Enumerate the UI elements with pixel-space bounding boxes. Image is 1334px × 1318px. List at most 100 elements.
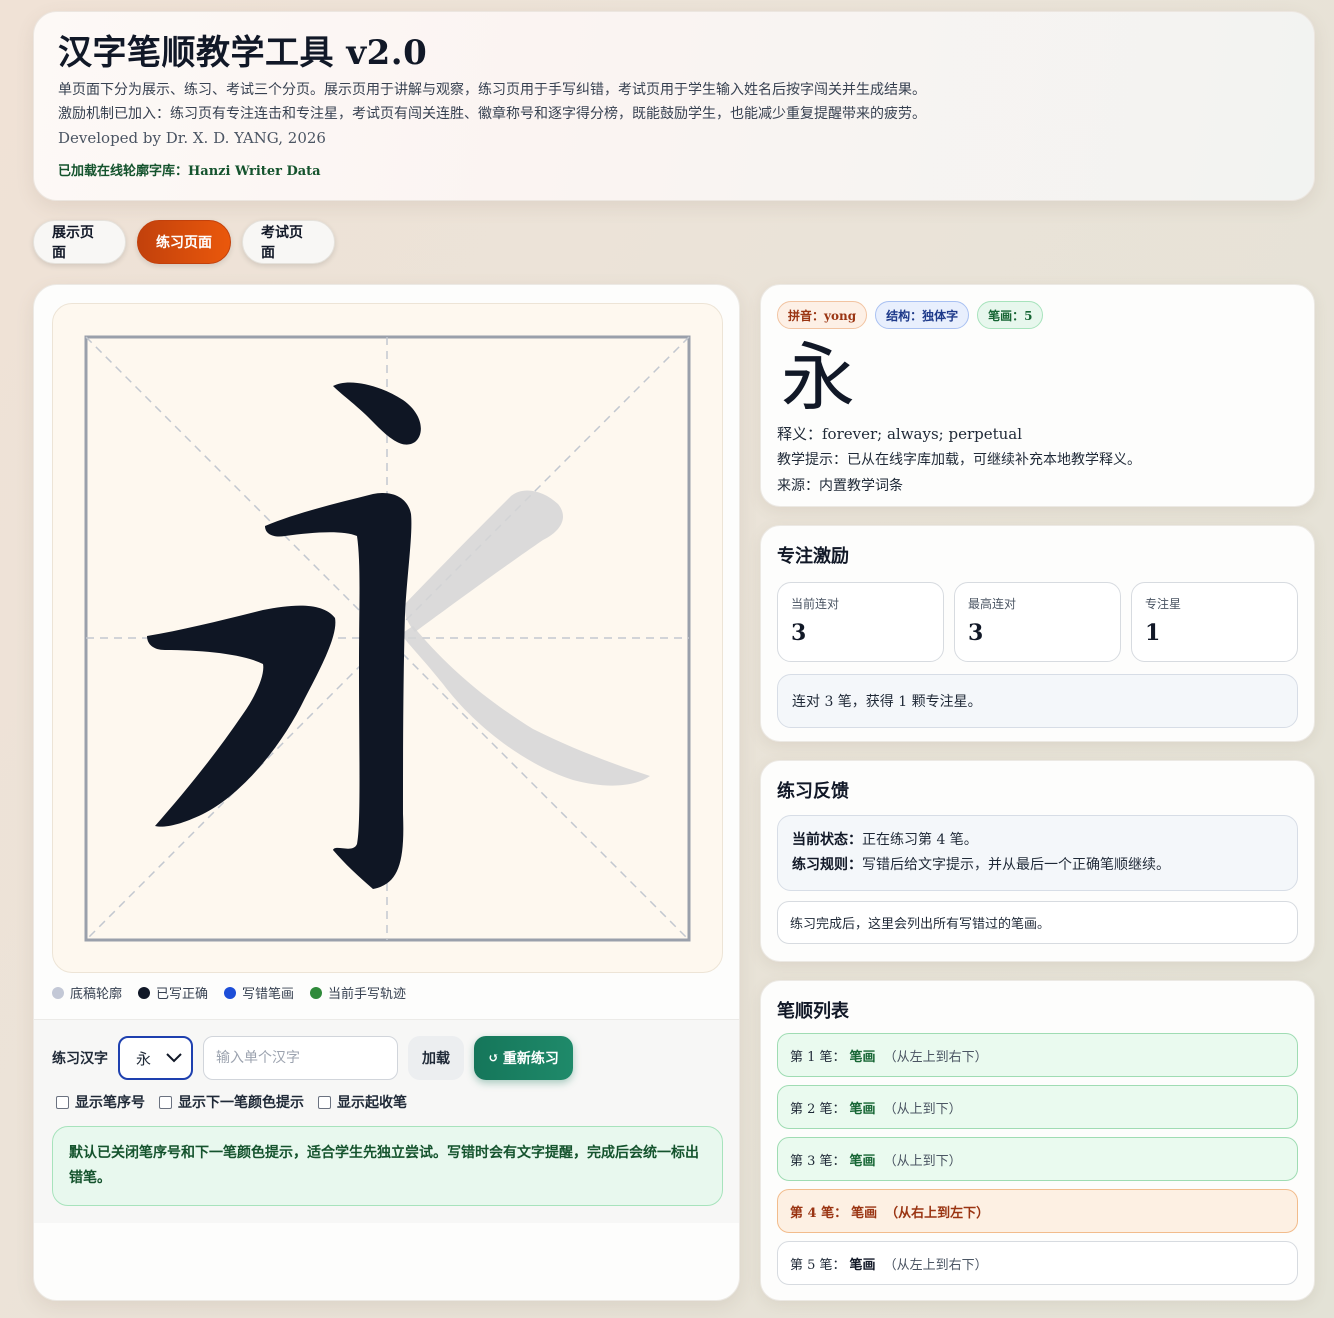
focus-stars: 专注星 1 [1131,582,1298,662]
stroke-direction: （从右上到左下） [885,1205,990,1221]
legend-correct: 已写正确 [138,983,208,1002]
legend-wrong-label: 写错笔画 [242,987,295,1002]
practice-panel: 底稿轮廓 已写正确 写错笔画 当前手写轨迹 练习汉字 永 加载 ↺ 重新练习 显… [33,284,740,1301]
stroke-prefix: 第 5 笔： [790,1257,846,1273]
stroke-prefix: 第 1 笔： [790,1049,846,1065]
rule-text: 写错后给文字提示，并从最后一个正确笔顺继续。 [862,857,1170,873]
char-meaning: 释义：forever; always; perpetual [777,425,1023,443]
status-label: 当前状态： [792,832,862,848]
stroke-direction: （从左上到右下） [883,1257,988,1273]
legend-correct-label: 已写正确 [156,987,209,1002]
checkbox-icon [159,1095,172,1109]
current-streak: 当前连对 3 [777,582,944,662]
show-order-checkbox[interactable]: 显示笔序号 [56,1092,145,1112]
char-display: 永 [781,335,855,421]
display-options: 显示笔序号 显示下一笔颜色提示 显示起收笔 [56,1092,407,1112]
legend-current-label: 当前手写轨迹 [328,987,407,1002]
teaching-tip: 教学提示：已从在线字库加载，可继续补充本地教学释义。 [777,452,1141,468]
stroke-direction: （从上到下） [883,1153,962,1169]
writing-grid[interactable] [53,304,724,974]
header-description: 单页面下分为展示、练习、考试三个分页。展示页用于讲解与观察，练习页用于手写纠错，… [58,82,926,98]
status-line: 当前状态：正在练习第 4 笔。 [792,828,1283,853]
best-streak-label: 最高连对 [968,597,1017,611]
stroke-prefix: 第 3 笔： [790,1153,846,1169]
focus-stats: 当前连对 3 最高连对 3 专注星 1 [777,582,1298,662]
show-next-label: 显示下一笔颜色提示 [178,1095,304,1111]
focus-card: 专注激励 当前连对 3 最高连对 3 专注星 1 连对 3 笔，获得 1 颗专注… [760,525,1315,742]
tab-practice[interactable]: 练习页面 [137,220,231,264]
writing-canvas[interactable] [52,303,723,973]
developer-credit: Developed by Dr. X. D. YANG, 2026 [58,129,326,147]
reset-practice-label: 重新练习 [502,1051,559,1067]
feedback-status: 当前状态：正在练习第 4 笔。 练习规则：写错后给文字提示，并从最后一个正确笔顺… [777,815,1298,891]
tab-exam[interactable]: 考试页面 [242,220,335,264]
char-info-card: 拼音：yong 结构：独体字 笔画：5 永 释义：forever; always… [760,284,1315,507]
wrong-dot-icon [224,986,237,999]
show-order-label: 显示笔序号 [75,1095,145,1111]
stroke-name: 笔画 [849,1101,876,1117]
current-dot-icon [310,986,323,999]
stroke-item-3[interactable]: 第 3 笔： 笔画 （从上到下） [777,1137,1298,1181]
error-summary-note: 练习完成后，这里会列出所有写错过的笔画。 [777,901,1298,944]
rule-label: 练习规则： [792,857,862,873]
correct-stroke-1 [333,382,421,445]
stroke-prefix: 第 2 笔： [790,1101,846,1117]
feedback-card: 练习反馈 当前状态：正在练习第 4 笔。 练习规则：写错后给文字提示，并从最后一… [760,760,1315,962]
stroke-item-5[interactable]: 第 5 笔： 笔画 （从左上到右下） [777,1241,1298,1285]
practice-char-label: 练习汉字 [52,1051,108,1067]
legend-outline-label: 底稿轮廓 [70,987,123,1002]
checkbox-icon [56,1095,69,1109]
correct-dot-icon [138,986,151,999]
data-source-status: 已加载在线轮廓字库：Hanzi Writer Data [58,164,321,179]
header-description-incentive: 激励机制已加入：练习页有专注连击和专注星，考试页有闯关连胜、徽章称号和逐字得分榜… [58,106,926,122]
char-input[interactable] [203,1036,398,1080]
best-streak: 最高连对 3 [954,582,1121,662]
reset-practice-button[interactable]: ↺ 重新练习 [474,1036,573,1080]
show-start-label: 显示起收笔 [337,1095,407,1111]
checkbox-icon [318,1095,331,1109]
focus-title: 专注激励 [777,546,849,567]
stroke-name: 笔画 [849,1257,876,1273]
stroke-item-2[interactable]: 第 2 笔： 笔画 （从上到下） [777,1085,1298,1129]
stroke-item-4[interactable]: 第 4 笔： 笔画 （从右上到左下） [777,1189,1298,1233]
legend-wrong: 写错笔画 [224,983,294,1002]
current-streak-label: 当前连对 [791,597,840,611]
char-source: 来源：内置教学词条 [777,478,903,494]
stroke-list-title: 笔顺列表 [777,1001,849,1022]
focus-stars-value: 1 [1145,620,1161,646]
stroke-direction: （从左上到右下） [883,1049,988,1065]
correct-stroke-3 [147,605,336,827]
char-selector-row: 练习汉字 永 加载 ↺ 重新练习 [52,1036,573,1080]
refresh-icon: ↺ [488,1050,499,1066]
outline-dot-icon [52,986,64,999]
stroke-list: 第 1 笔： 笔画 （从左上到右下） 第 2 笔： 笔画 （从上到下） 第 3 笔： 笔画… [777,1033,1298,1285]
stroke-name: 笔画 [849,1153,876,1169]
stroke-count-badge: 笔画：5 [977,301,1044,329]
legend-current: 当前手写轨迹 [310,983,406,1002]
app-title: 汉字笔顺教学工具 v2.0 [58,33,428,73]
show-start-checkbox[interactable]: 显示起收笔 [318,1092,407,1112]
practice-controls: 练习汉字 永 加载 ↺ 重新练习 显示笔序号 显示下一笔颜色提示 显示起收笔 默… [34,1019,739,1223]
page-tabs: 展示页面 练习页面 考试页面 [33,220,335,264]
status-text: 正在练习第 4 笔。 [862,832,978,848]
stroke-list-card: 笔顺列表 第 1 笔： 笔画 （从左上到右下） 第 2 笔： 笔画 （从上到下） 第 3… [760,980,1315,1301]
practice-hint: 默认已关闭笔序号和下一笔颜色提示，适合学生先独立尝试。写错时会有文字提醒，完成后… [52,1126,723,1206]
stroke-name: 笔画 [849,1049,876,1065]
char-select[interactable]: 永 [118,1036,193,1080]
feedback-title: 练习反馈 [777,781,849,802]
canvas-legend: 底稿轮廓 已写正确 写错笔画 当前手写轨迹 [52,983,406,1002]
best-streak-value: 3 [968,620,984,646]
app-header: 汉字笔顺教学工具 v2.0 单页面下分为展示、练习、考试三个分页。展示页用于讲解… [33,11,1315,201]
stroke-name: 笔画 [851,1205,878,1221]
focus-message: 连对 3 笔，获得 1 颗专注星。 [777,674,1298,728]
outline-stroke-4 [404,490,563,632]
load-button[interactable]: 加载 [408,1036,464,1080]
legend-outline: 底稿轮廓 [52,983,122,1002]
stroke-item-1[interactable]: 第 1 笔： 笔画 （从左上到右下） [777,1033,1298,1077]
tab-display[interactable]: 展示页面 [33,220,126,264]
outline-stroke-5 [401,626,650,786]
stroke-direction: （从上到下） [883,1101,962,1117]
show-next-checkbox[interactable]: 显示下一笔颜色提示 [159,1092,304,1112]
chevron-down-icon [166,1053,182,1063]
stroke-prefix: 第 4 笔： [790,1205,848,1221]
